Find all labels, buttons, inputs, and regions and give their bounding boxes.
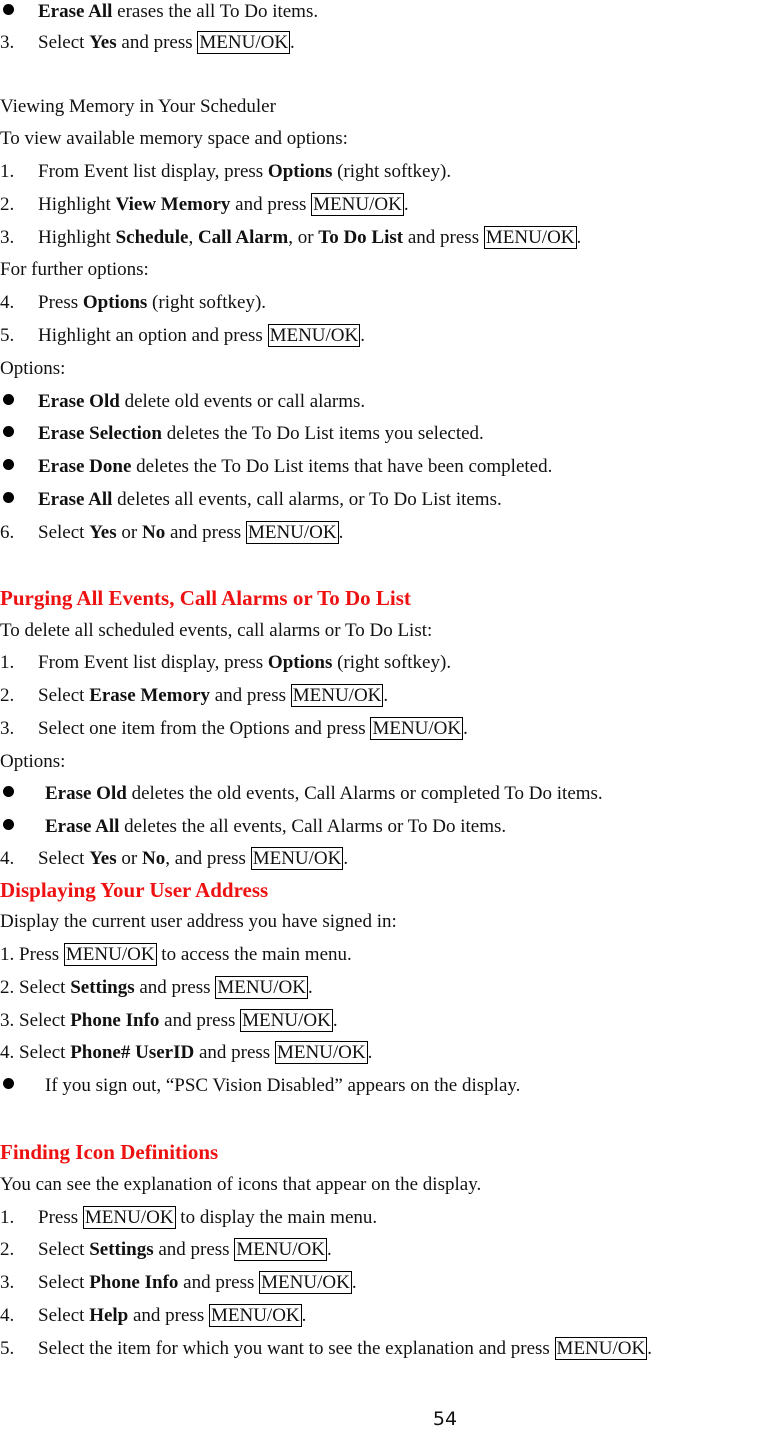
step: 4. Select Yes or No, and press MENU/OK. xyxy=(0,847,349,870)
bullet-item: Erase Old delete old events or call alar… xyxy=(0,390,365,414)
menu-ok-key: MENU/OK xyxy=(267,324,361,347)
menu-ok-key: MENU/OK xyxy=(554,1337,648,1360)
step: 3. Select Phone Info and press MENU/OK. xyxy=(0,1009,338,1032)
step: 2. Select Settings and press MENU/OK. xyxy=(0,976,313,999)
bullet-icon xyxy=(0,488,38,512)
step: 2. Highlight View Memory and press MENU/O… xyxy=(0,193,409,216)
step: 4. Press Options (right softkey). xyxy=(0,292,267,313)
bullet-icon xyxy=(0,815,45,839)
section-heading: Finding Icon Definitions xyxy=(0,1140,219,1164)
options-label: Options: xyxy=(0,358,66,379)
menu-ok-key: MENU/OK xyxy=(370,717,464,740)
step: 1. From Event list display, press Options… xyxy=(0,161,452,182)
options-label: Options: xyxy=(0,751,66,772)
bullet-item: Erase Old deletes the old events, Call A… xyxy=(0,782,603,806)
bullet-item: Erase Done deletes the To Do List items … xyxy=(0,455,552,479)
intro-text: To view available memory space and optio… xyxy=(0,128,348,149)
step: 6. Select Yes or No and press MENU/OK. xyxy=(0,521,344,544)
section-heading: Purging All Events, Call Alarms or To Do… xyxy=(0,586,411,610)
menu-ok-key: MENU/OK xyxy=(240,1009,333,1032)
intro-text: Display the current user address you hav… xyxy=(0,911,397,932)
step: 4. Select Help and press MENU/OK. xyxy=(0,1304,307,1327)
bullet-icon xyxy=(0,390,38,414)
menu-ok-key: MENU/OK xyxy=(250,847,344,870)
step: 5. Highlight an option and press MENU/OK. xyxy=(0,324,365,347)
step: 3. Select Yes and press MENU/OK. xyxy=(0,31,295,54)
bullet-icon xyxy=(0,1074,45,1098)
step: 3. Highlight Schedule, Call Alarm, or To … xyxy=(0,226,582,249)
menu-ok-key: MENU/OK xyxy=(197,31,291,54)
intro-text: You can see the explanation of icons tha… xyxy=(0,1174,482,1195)
step: 2. Select Settings and press MENU/OK. xyxy=(0,1238,332,1261)
menu-ok-key: MENU/OK xyxy=(245,521,339,544)
menu-ok-key: MENU/OK xyxy=(290,684,384,707)
bullet-item: Erase All erases the all To Do items. xyxy=(0,0,318,24)
step: 2. Select Erase Memory and press MENU/OK. xyxy=(0,684,389,707)
bullet-item: Erase All deletes the all events, Call A… xyxy=(0,815,506,839)
section-title: Viewing Memory in Your Scheduler xyxy=(0,96,276,117)
intro-text: To delete all scheduled events, call ala… xyxy=(0,620,433,641)
menu-ok-key: MENU/OK xyxy=(311,193,404,216)
step: 1. Press MENU/OK to access the main menu… xyxy=(0,943,352,966)
menu-ok-key: MENU/OK xyxy=(259,1271,352,1294)
bullet-icon xyxy=(0,422,38,446)
menu-ok-key: MENU/OK xyxy=(63,943,157,966)
step: 1. From Event list display, press Options… xyxy=(0,652,452,673)
bullet-icon xyxy=(0,455,38,479)
bullet-item: Erase All deletes all events, call alarm… xyxy=(0,488,502,512)
section-heading: Displaying Your User Address xyxy=(0,878,269,902)
bullet-icon xyxy=(0,0,38,24)
step: 3. Select Phone Info and press MENU/OK. xyxy=(0,1271,357,1294)
step: 1. Press MENU/OK to display the main menu… xyxy=(0,1206,378,1229)
menu-ok-key: MENU/OK xyxy=(274,1041,368,1064)
menu-ok-key: MENU/OK xyxy=(208,1304,302,1327)
menu-ok-key: MENU/OK xyxy=(82,1206,176,1229)
page-number: 54 xyxy=(432,1408,458,1430)
step: 4. Select Phone# UserID and press MENU/O… xyxy=(0,1041,373,1064)
subheading: For further options: xyxy=(0,259,149,280)
menu-ok-key: MENU/OK xyxy=(483,226,577,249)
bullet-item: Erase Selection deletes the To Do List i… xyxy=(0,422,484,446)
menu-ok-key: MENU/OK xyxy=(215,976,308,999)
step: 5. Select the item for which you want to … xyxy=(0,1337,652,1360)
menu-ok-key: MENU/OK xyxy=(234,1238,327,1261)
bullet-item: If you sign out, “PSC Vision Disabled” a… xyxy=(0,1074,520,1098)
bullet-icon xyxy=(0,782,45,806)
step: 3. Select one item from the Options and p… xyxy=(0,717,468,740)
